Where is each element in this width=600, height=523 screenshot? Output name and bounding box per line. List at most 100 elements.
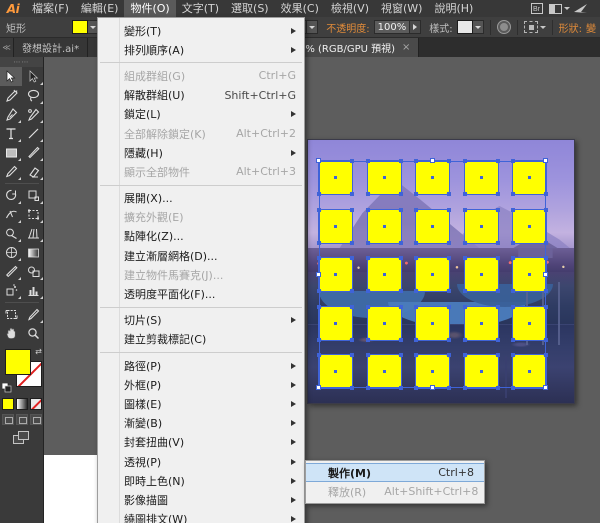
anchor-point[interactable] [462, 353, 467, 357]
color-mode-button[interactable] [2, 398, 14, 410]
menu-item-23[interactable]: 影像描圖 [98, 490, 304, 509]
anchor-point[interactable] [447, 353, 451, 357]
anchor-point[interactable] [398, 256, 403, 260]
menu-item-19[interactable]: 漸變(B) [98, 414, 304, 433]
anchor-point[interactable] [350, 353, 354, 357]
fill-color-control[interactable] [72, 20, 99, 34]
panel-collapse-grip[interactable]: ≪ [0, 38, 14, 57]
gradient-tool[interactable] [22, 243, 44, 262]
anchor-point[interactable] [350, 289, 354, 293]
anchor-point[interactable] [462, 192, 467, 196]
transform-handle[interactable] [429, 385, 435, 390]
document-tab[interactable]: 發想設計.ai* [14, 38, 89, 57]
anchor-point[interactable] [317, 289, 321, 293]
anchor-point[interactable] [317, 256, 321, 260]
anchor-point[interactable] [447, 304, 451, 309]
anchor-point[interactable] [365, 159, 370, 163]
transform-handle[interactable] [543, 158, 548, 163]
menu-item-0[interactable]: 變形(T) [98, 21, 304, 40]
menu-item-4[interactable]: 鎖定(L) [98, 105, 304, 124]
anchor-point[interactable] [495, 159, 500, 163]
transform-handle[interactable] [316, 385, 321, 390]
anchor-point[interactable] [511, 289, 515, 293]
anchor-point[interactable] [398, 192, 403, 196]
harbor-photo-artwork[interactable] [307, 139, 575, 404]
menu-item-15[interactable]: 建立剪裁標記(C) [98, 330, 304, 349]
anchor-point[interactable] [495, 240, 500, 245]
menu-4[interactable]: 選取(S) [225, 0, 275, 17]
menu-item-8[interactable]: 展開(X)... [98, 189, 304, 208]
direct-selection-tool[interactable] [22, 67, 44, 86]
fill-swatch[interactable] [72, 20, 88, 34]
anchor-point[interactable] [511, 207, 515, 212]
menu-item-14[interactable]: 切片(S) [98, 311, 304, 330]
anchor-point[interactable] [317, 353, 321, 357]
menu-item-6[interactable]: 隱藏(H) [98, 143, 304, 162]
scale-tool[interactable] [22, 186, 44, 205]
anchor-point[interactable] [365, 386, 370, 390]
artboard-tool[interactable] [0, 305, 22, 324]
hand-tool[interactable] [0, 324, 22, 343]
opacity-value[interactable]: 100% [373, 20, 411, 34]
anchor-point[interactable] [447, 240, 451, 245]
anchor-point[interactable] [447, 159, 451, 163]
menu-item-10[interactable]: 點陣化(Z)... [98, 227, 304, 246]
menu-7[interactable]: 視窗(W) [375, 0, 428, 17]
anchor-point[interactable] [365, 192, 370, 196]
symbol-sprayer-tool[interactable] [0, 281, 22, 300]
pencil-tool[interactable] [0, 162, 22, 181]
anchor-point[interactable] [317, 337, 321, 342]
transform-chevron-down-icon[interactable] [539, 25, 546, 29]
anchor-point[interactable] [495, 256, 500, 260]
anchor-point[interactable] [462, 256, 467, 260]
anchor-point[interactable] [495, 192, 500, 196]
anchor-point[interactable] [495, 353, 500, 357]
anchor-point[interactable] [398, 353, 403, 357]
menu-item-13[interactable]: 透明度平面化(F)... [98, 284, 304, 303]
opacity-mask-icon[interactable] [496, 20, 511, 34]
anchor-point[interactable] [447, 256, 451, 260]
anchor-point[interactable] [544, 256, 548, 260]
lasso-tool[interactable] [22, 86, 44, 105]
anchor-point[interactable] [350, 159, 354, 163]
anchor-point[interactable] [350, 240, 354, 245]
anchor-point[interactable] [544, 337, 548, 342]
anchor-point[interactable] [462, 207, 467, 212]
arrange-documents-icon[interactable] [548, 1, 570, 16]
anchor-point[interactable] [495, 207, 500, 212]
anchor-point[interactable] [365, 289, 370, 293]
anchor-point[interactable] [544, 353, 548, 357]
anchor-point[interactable] [447, 337, 451, 342]
draw-inside-button[interactable] [30, 414, 42, 425]
type-tool[interactable] [0, 124, 22, 143]
swap-fill-stroke-icon[interactable]: ⇄ [34, 347, 43, 356]
gradient-mode-button[interactable] [16, 398, 28, 410]
menu-6[interactable]: 檢視(V) [325, 0, 375, 17]
zoom-tool[interactable] [22, 324, 44, 343]
transform-icon[interactable] [523, 21, 538, 33]
fill-color-indicator[interactable] [5, 349, 31, 375]
yellow-square-grid[interactable] [308, 140, 574, 403]
transform-handle[interactable] [543, 385, 548, 390]
anchor-point[interactable] [398, 289, 403, 293]
blend-tool[interactable] [22, 262, 44, 281]
slice-tool[interactable] [22, 305, 44, 324]
anchor-point[interactable] [447, 386, 451, 390]
menu-3[interactable]: 文字(T) [176, 0, 225, 17]
menu-item-22[interactable]: 即時上色(N) [98, 471, 304, 490]
anchor-point[interactable] [365, 304, 370, 309]
anchor-point[interactable] [414, 192, 418, 196]
menu-5[interactable]: 效果(C) [275, 0, 325, 17]
anchor-point[interactable] [511, 159, 515, 163]
close-icon[interactable]: × [402, 42, 410, 53]
width-tool[interactable] [0, 205, 22, 224]
transform-handle[interactable] [316, 158, 321, 163]
anchor-point[interactable] [350, 304, 354, 309]
bridge-icon[interactable]: Br [526, 1, 548, 16]
menu-item-21[interactable]: 透視(P) [98, 452, 304, 471]
anchor-point[interactable] [414, 159, 418, 163]
anchor-point[interactable] [495, 386, 500, 390]
mesh-tool[interactable] [0, 243, 22, 262]
anchor-point[interactable] [462, 337, 467, 342]
menu-item-18[interactable]: 圖樣(E) [98, 394, 304, 413]
